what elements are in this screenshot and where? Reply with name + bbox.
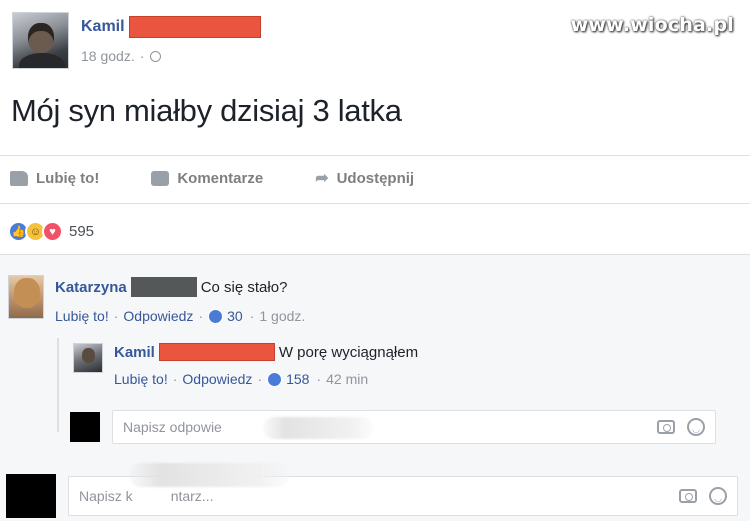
reply-input-row: Napisz odpowie ◡ (70, 410, 716, 444)
share-button[interactable]: ➦ Udostępnij (315, 168, 414, 188)
reply-input[interactable]: Napisz odpowie ◡ (112, 410, 716, 444)
like-label: Lubię to! (36, 169, 100, 187)
comment-icon (151, 170, 170, 186)
comment-button[interactable]: Komentarze (151, 168, 263, 188)
redaction-bar (158, 343, 275, 361)
meta-separator: · (316, 371, 322, 387)
comment-text: W porę wyciągnąłem (278, 343, 419, 361)
meta-separator: · (113, 308, 119, 324)
comment-line: Katarzyna Co się stało? (55, 277, 305, 297)
author-name[interactable]: Kamil (81, 18, 125, 36)
camera-icon[interactable] (679, 489, 697, 503)
comment-line: Kamil W porę wyciągnąłem (114, 343, 418, 361)
placeholder-end: ntarz... (170, 488, 214, 504)
placeholder-start: Napisz k (79, 488, 133, 504)
watermark: www.wiocha.pl (570, 14, 734, 36)
reply-comment: Kamil W porę wyciągnąłem Lubię to! · Odp… (73, 343, 418, 387)
meta-separator: · (139, 48, 145, 64)
reaction-count: 595 (69, 223, 95, 240)
commenter-name[interactable]: Katarzyna (55, 279, 127, 296)
emoji-icon[interactable]: ◡ (687, 418, 705, 436)
comment-timestamp[interactable]: 1 godz. (259, 308, 305, 324)
share-arrow-icon: ➦ (315, 170, 329, 187)
like-reaction-icon (208, 308, 224, 324)
blur-overlay (263, 417, 373, 439)
like-reaction-icon (267, 371, 283, 387)
meta-separator: · (249, 308, 255, 324)
comment-body: Katarzyna Co się stało? Lubię to! · Odpo… (55, 275, 305, 324)
comments-section: Katarzyna Co się stało? Lubię to! · Odpo… (0, 255, 750, 521)
comment-label: Komentarze (177, 169, 264, 187)
comment-like-link[interactable]: Lubię to! (55, 308, 109, 324)
post-timestamp[interactable]: 18 godz. (81, 48, 135, 64)
redaction-bar (130, 277, 197, 297)
comment: Katarzyna Co się stało? Lubię to! · Odpo… (8, 275, 305, 324)
commenter-avatar[interactable] (8, 275, 44, 319)
post-header-info: Kamil 18 godz. · (81, 16, 261, 69)
comment-text: Co się stało? (200, 278, 288, 296)
divider (0, 155, 750, 156)
input-icons: ◡ (657, 418, 705, 436)
thumbs-up-icon (10, 170, 28, 186)
comment-input-row: Napisz k ntarz... ◡ (6, 463, 738, 518)
emoji-icon[interactable]: ◡ (709, 487, 727, 505)
comment-reply-link[interactable]: Odpowiedz (182, 371, 252, 387)
comment-like-count[interactable]: 158 (286, 371, 309, 387)
current-user-avatar (6, 474, 56, 518)
author-avatar[interactable] (12, 12, 69, 69)
love-reaction-icon: ♥ (42, 221, 63, 242)
redaction-bar (128, 16, 261, 38)
post-actions: Lubię to! Komentarze ➦ Udostępnij (10, 168, 466, 188)
comment-like-count[interactable]: 30 (227, 308, 243, 324)
post-text: Mój syn miałby dzisiaj 3 latka (11, 93, 402, 128)
input-icons: ◡ (679, 487, 727, 505)
share-label: Udostępnij (336, 169, 415, 187)
meta-separator: · (198, 308, 204, 324)
comment-reply-link[interactable]: Odpowiedz (123, 308, 193, 324)
comment-meta: Lubię to! · Odpowiedz · 30 · 1 godz. (55, 308, 305, 324)
comment-body: Kamil W porę wyciągnąłem Lubię to! · Odp… (114, 343, 418, 387)
like-button[interactable]: Lubię to! (10, 168, 99, 188)
reply-thread-line (57, 338, 59, 432)
replier-avatar[interactable] (73, 343, 103, 373)
commenter-name[interactable]: Kamil (114, 344, 155, 361)
comment-input[interactable]: Napisz k ntarz... ◡ (68, 463, 738, 516)
globe-icon (150, 50, 162, 62)
blur-overlay (129, 463, 289, 487)
reply-input-placeholder: Napisz odpowie (123, 419, 222, 435)
post-header: Kamil 18 godz. · (12, 12, 261, 69)
current-user-avatar (70, 412, 100, 442)
camera-icon[interactable] (657, 420, 675, 434)
comment-timestamp[interactable]: 42 min (326, 371, 368, 387)
post-meta: 18 godz. · (81, 48, 261, 64)
comment-like-link[interactable]: Lubię to! (114, 371, 168, 387)
author-name-row: Kamil (81, 16, 261, 38)
comment-meta: Lubię to! · Odpowiedz · 158 · 42 min (114, 371, 418, 387)
reactions-summary[interactable]: 👍 ☺ ♥ 595 (8, 221, 94, 242)
meta-separator: · (172, 371, 178, 387)
meta-separator: · (257, 371, 263, 387)
blurred-gap (133, 488, 171, 504)
divider (0, 203, 750, 204)
comment-input-placeholder: Napisz k ntarz... (79, 488, 213, 504)
